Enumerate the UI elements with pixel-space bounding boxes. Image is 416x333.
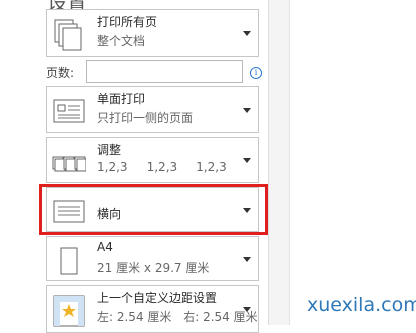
collate-subtitle: 1,2,3 1,2,3 1,2,3 — [97, 160, 227, 174]
chevron-down-icon — [243, 307, 251, 312]
collate-icon — [52, 156, 86, 172]
sides-title: 单面打印 — [97, 92, 146, 106]
margins-title: 上一个自定义边距设置 — [97, 291, 218, 305]
margins-subtitle: 左: 2.54 厘米 右: 2.54 厘米 — [97, 308, 258, 325]
print-range-dropdown[interactable]: 打印所有页 整个文档 — [46, 9, 259, 57]
info-icon[interactable]: i — [250, 67, 262, 79]
panel-divider — [268, 0, 269, 325]
collate-dropdown[interactable]: 调整 1,2,3 1,2,3 1,2,3 — [46, 137, 259, 183]
watermark-text: xuexila.com — [307, 294, 416, 316]
highlight-box — [39, 184, 268, 235]
paper-size-title: A4 — [97, 240, 113, 254]
sides-dropdown[interactable]: 单面打印 只打印一侧的页面 — [46, 86, 259, 133]
paper-size-icon — [60, 247, 78, 275]
chevron-down-icon — [243, 107, 251, 113]
pages-input[interactable] — [86, 60, 243, 83]
pages-label: 页数: — [46, 66, 75, 80]
sides-subtitle: 只打印一侧的页面 — [97, 111, 194, 125]
single-sided-icon — [53, 99, 85, 123]
margin-right-value: 右: 2.54 厘米 — [183, 310, 258, 324]
collate-title: 调整 — [97, 143, 122, 157]
print-range-subtitle: 整个文档 — [97, 34, 146, 48]
preview-page — [289, 0, 416, 325]
chevron-down-icon — [243, 256, 251, 262]
paper-size-dropdown[interactable]: A4 21 厘米 x 29.7 厘米 — [46, 236, 259, 281]
margins-dropdown[interactable]: 上一个自定义边距设置 左: 2.54 厘米 右: 2.54 厘米 — [46, 285, 259, 333]
margins-icon — [53, 295, 85, 327]
paper-size-subtitle: 21 厘米 x 29.7 厘米 — [97, 261, 210, 275]
chevron-down-icon — [243, 31, 251, 36]
chevron-down-icon — [243, 158, 251, 163]
margin-left-value: 左: 2.54 厘米 — [97, 310, 172, 324]
pages-icon — [54, 19, 82, 51]
print-range-title: 打印所有页 — [97, 15, 158, 29]
